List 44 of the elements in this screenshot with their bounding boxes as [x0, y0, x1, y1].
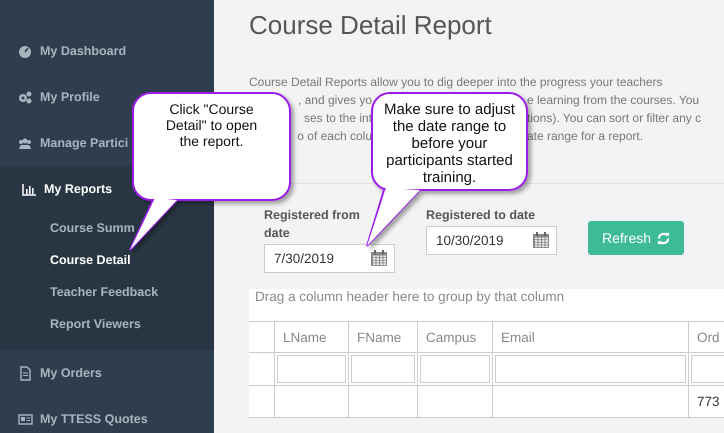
- date-field[interactable]: 7/30/2019: [264, 244, 395, 273]
- column-header[interactable]: [249, 322, 275, 353]
- intro-text: e learning from the courses. You: [527, 92, 700, 109]
- people-icon: [18, 136, 33, 150]
- submenu-item[interactable]: Course Detail: [50, 253, 131, 267]
- filter-field[interactable]: [351, 355, 415, 383]
- column-header[interactable]: LName: [275, 322, 349, 353]
- column-header[interactable]: Campus: [418, 322, 493, 353]
- filter-field[interactable]: [277, 355, 346, 383]
- id-card-icon: [18, 412, 33, 426]
- sidebar-item[interactable]: My Profile: [40, 90, 100, 104]
- refresh-icon: [657, 232, 670, 244]
- intro-text: o of each colu: [297, 128, 372, 145]
- sidebar-item[interactable]: My TTESS Quotes: [40, 412, 148, 426]
- group-hint: Drag a column header here to group by that column: [255, 289, 564, 306]
- gears-icon: [18, 90, 33, 104]
- bar-chart-icon: [22, 182, 37, 196]
- callout-text: Click "Course Detail" to open the report.: [164, 101, 258, 149]
- date-field[interactable]: 10/30/2019: [426, 226, 557, 255]
- submenu-item[interactable]: Report Viewers: [50, 317, 141, 331]
- submenu-item[interactable]: Course Summ: [50, 221, 135, 235]
- sidebar-item[interactable]: My Reports: [44, 182, 112, 196]
- intro-text: ses to the int: [304, 110, 372, 127]
- field-label: Registered from date: [264, 207, 361, 242]
- column-header[interactable]: FName: [349, 322, 418, 353]
- intro-text: , and gives yo: [298, 92, 372, 109]
- filter-field[interactable]: [495, 355, 686, 383]
- intro-text: Course Detail Reports allow you to dig deeper into the progress your teachers: [249, 74, 663, 91]
- column-header[interactable]: Email: [493, 322, 689, 353]
- calendar-icon[interactable]: [532, 231, 550, 249]
- calendar-icon[interactable]: [370, 249, 388, 267]
- sidebar-item[interactable]: My Dashboard: [40, 44, 126, 58]
- dashboard-icon: [18, 44, 33, 58]
- field-label: Registered to date: [426, 207, 536, 224]
- filter-field[interactable]: [420, 355, 490, 383]
- sidebar-item[interactable]: My Orders: [40, 366, 102, 380]
- page-title: Course Detail Report: [249, 10, 493, 41]
- callout-text: Make sure to adjust the date range to before your participants started training.: [383, 101, 516, 186]
- table-cell: [249, 386, 275, 418]
- sidebar-item[interactable]: Manage Partici: [40, 136, 128, 150]
- document-icon: [18, 366, 33, 380]
- table-cell: 773: [689, 386, 724, 418]
- submenu-item[interactable]: Teacher Feedback: [50, 285, 158, 299]
- column-header[interactable]: Ord: [689, 322, 724, 353]
